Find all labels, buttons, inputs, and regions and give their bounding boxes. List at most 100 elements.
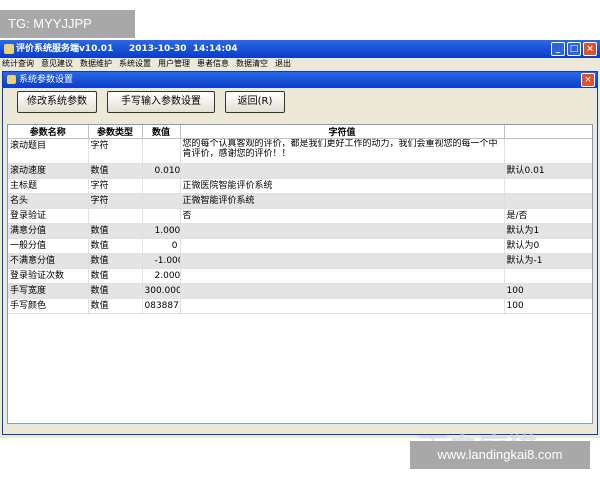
- top-tag: TG: MYYJJPP: [0, 10, 135, 38]
- table-cell: [142, 208, 181, 224]
- table-cell: 默认为1: [504, 223, 592, 239]
- settings-dialog: 系统参数设置 × 修改系统参数 手写输入参数设置 返回(R) 参数名称 参数类型…: [2, 71, 598, 467]
- column-header[interactable]: 数值: [142, 125, 181, 139]
- table-cell: 数值: [88, 223, 143, 239]
- table-cell: 100: [504, 283, 592, 299]
- menu-item-feedback[interactable]: 意见建议: [41, 58, 73, 70]
- table-cell: [180, 223, 505, 239]
- table-cell: 不满意分值: [8, 253, 89, 269]
- table-row[interactable]: 手写颜色 数值 08388736 100: [8, 298, 592, 314]
- table-cell: [180, 268, 505, 284]
- minimize-button[interactable]: _: [551, 42, 565, 56]
- menu-item-patient-info[interactable]: 患者信息: [197, 58, 229, 70]
- column-header[interactable]: [504, 125, 592, 139]
- table-cell: 数值: [88, 268, 143, 284]
- table-row[interactable]: 主标题 字符 正微医院智能评价系统: [8, 178, 592, 194]
- table-cell: 否: [180, 208, 505, 224]
- table-cell: [142, 138, 181, 164]
- dialog-title: 系统参数设置: [19, 75, 74, 85]
- table-cell: 100: [504, 298, 592, 314]
- table-cell: 数值: [88, 298, 143, 314]
- back-button[interactable]: 返回(R): [225, 91, 285, 113]
- table-cell: [180, 283, 505, 299]
- site-url-label: www.landingkai8.com: [410, 441, 590, 469]
- table-cell: 滚动速度: [8, 163, 89, 179]
- menu-item-clear-data[interactable]: 数据清空: [236, 58, 268, 70]
- dialog-icon: [7, 75, 16, 84]
- menu-item-exit[interactable]: 退出: [275, 58, 291, 70]
- menu-item-system-settings[interactable]: 系统设置: [119, 58, 151, 70]
- table-cell: 手写颜色: [8, 298, 89, 314]
- table-cell: [142, 193, 181, 209]
- table-row[interactable]: 登录验证 否 是/否: [8, 208, 592, 224]
- dialog-toolbar: 修改系统参数 手写输入参数设置 返回(R): [17, 91, 285, 113]
- table-cell: 是/否: [504, 208, 592, 224]
- manual-input-settings-button[interactable]: 手写输入参数设置: [107, 91, 215, 113]
- menu-item-user-management[interactable]: 用户管理: [158, 58, 190, 70]
- table-cell: 满意分值: [8, 223, 89, 239]
- table-row[interactable]: 满意分值 数值 1.000 默认为1: [8, 223, 592, 239]
- table-row[interactable]: 名头 字符 正微智能评价系统: [8, 193, 592, 209]
- table-header-row: 参数名称 参数类型 数值 字符值: [8, 125, 592, 139]
- main-window: 评价系统服务端v10.01 2013-10-30 14:14:04 _ □ × …: [0, 40, 600, 467]
- menu-item-data-maintenance[interactable]: 数据维护: [80, 58, 112, 70]
- table-cell: 08388736: [142, 298, 181, 314]
- column-header[interactable]: 参数类型: [88, 125, 143, 139]
- table-row[interactable]: 不满意分值 数值 -1.000 默认为-1: [8, 253, 592, 269]
- table-cell: 字符: [88, 138, 143, 164]
- main-title-bar: 评价系统服务端v10.01 2013-10-30 14:14:04 _ □ ×: [0, 40, 600, 58]
- table-cell: [504, 138, 592, 164]
- table-row[interactable]: 滚动速度 数值 0.010 默认0.01: [8, 163, 592, 179]
- menu-bar: 统计查询 意见建议 数据维护 系统设置 用户管理 患者信息 数据清空 退出: [0, 58, 600, 70]
- table-cell: [504, 193, 592, 209]
- table-cell: 您的每个认真客观的评价，都是我们更好工作的动力，我们会重视您的每一个中肯评价，感…: [180, 138, 505, 164]
- table-cell: [88, 208, 143, 224]
- table-cell: 字符: [88, 193, 143, 209]
- app-icon: [4, 44, 14, 54]
- table-cell: 手写宽度: [8, 283, 89, 299]
- menu-item-stats[interactable]: 统计查询: [2, 58, 34, 70]
- table-cell: 字符: [88, 178, 143, 194]
- main-window-title: 评价系统服务端v10.01 2013-10-30 14:14:04: [16, 44, 238, 54]
- table-row[interactable]: 登录验证次数 数值 2.000: [8, 268, 592, 284]
- table-row[interactable]: 滚动题目 字符 您的每个认真客观的评价，都是我们更好工作的动力，我们会重视您的每…: [8, 138, 592, 164]
- close-button[interactable]: ×: [583, 42, 597, 56]
- table-cell: 正微医院智能评价系统: [180, 178, 505, 194]
- table-cell: [180, 298, 505, 314]
- table-cell: [142, 178, 181, 194]
- table-cell: 数值: [88, 253, 143, 269]
- table-cell: 一般分值: [8, 238, 89, 254]
- table-cell: [180, 253, 505, 269]
- table-cell: 正微智能评价系统: [180, 193, 505, 209]
- table-cell: 数值: [88, 163, 143, 179]
- table-cell: 1.000: [142, 223, 181, 239]
- column-header[interactable]: 参数名称: [8, 125, 89, 139]
- table-row[interactable]: 一般分值 数值 0 默认为0: [8, 238, 592, 254]
- dialog-close-button[interactable]: ×: [581, 73, 595, 87]
- maximize-button[interactable]: □: [567, 42, 581, 56]
- table-row[interactable]: 手写宽度 数值 300.000 100: [8, 283, 592, 299]
- table-cell: 数值: [88, 238, 143, 254]
- table-cell: 名头: [8, 193, 89, 209]
- table-cell: 2.000: [142, 268, 181, 284]
- table-cell: [180, 238, 505, 254]
- table-cell: 0: [142, 238, 181, 254]
- table-cell: [504, 268, 592, 284]
- table-cell: 主标题: [8, 178, 89, 194]
- table-cell: 默认0.01: [504, 163, 592, 179]
- table-cell: 登录验证次数: [8, 268, 89, 284]
- column-header[interactable]: 字符值: [180, 125, 505, 139]
- dialog-title-bar: 系统参数设置 ×: [3, 72, 597, 88]
- table-cell: -1.000: [142, 253, 181, 269]
- table-cell: 默认为-1: [504, 253, 592, 269]
- table-cell: 默认为0: [504, 238, 592, 254]
- table-cell: 0.010: [142, 163, 181, 179]
- table-cell: [504, 178, 592, 194]
- table-cell: 滚动题目: [8, 138, 89, 164]
- table-cell: 300.000: [142, 283, 181, 299]
- table-cell: 数值: [88, 283, 143, 299]
- params-table: 参数名称 参数类型 数值 字符值 滚动题目 字符 您的每个认真客观的评价，都是我…: [7, 124, 593, 424]
- modify-params-button[interactable]: 修改系统参数: [17, 91, 97, 113]
- table-cell: 登录验证: [8, 208, 89, 224]
- table-cell: [180, 163, 505, 179]
